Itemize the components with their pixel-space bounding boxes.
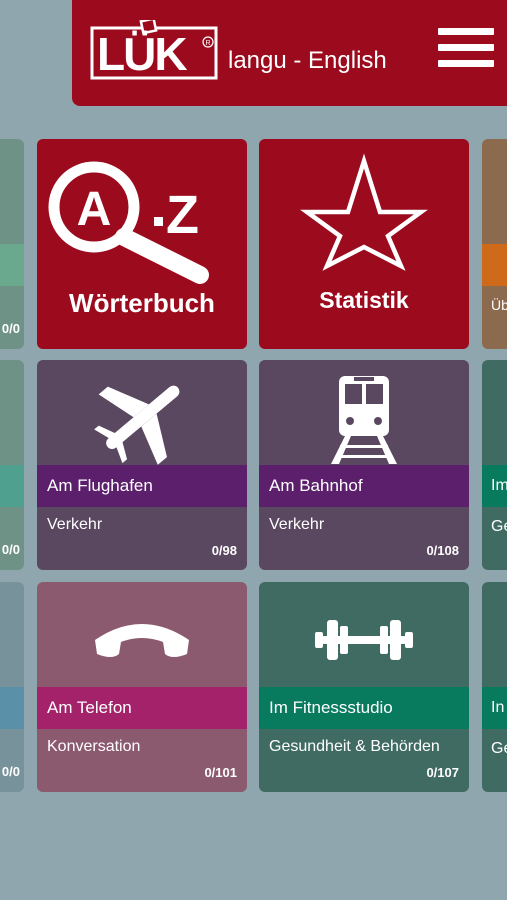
dictionary-tile[interactable]: A Z Wörterbuch — [37, 139, 247, 349]
star-icon — [300, 153, 428, 271]
partial-tile-left-1[interactable]: 0/0 — [0, 139, 24, 349]
topic-progress-count: 0/101 — [204, 765, 237, 780]
svg-text:A: A — [77, 183, 112, 236]
partial-tile-left-2[interactable]: 0/0 — [0, 360, 24, 570]
topic-tile-fitness[interactable]: Im Fitnessstudio Gesundheit & Behörden 0… — [259, 582, 469, 792]
partial-tile-title: In — [491, 699, 505, 716]
topic-tile-airport[interactable]: Am Flughafen Verkehr 0/98 — [37, 360, 247, 570]
partial-tile-count: 0/0 — [1, 321, 20, 336]
statistics-tile[interactable]: Statistik — [259, 139, 469, 349]
dumbbell-icon — [259, 582, 469, 687]
topic-progress-count: 0/98 — [211, 543, 237, 558]
partial-tile-right-3[interactable]: In Ge — [482, 582, 507, 792]
topic-category: Konversation — [47, 738, 141, 755]
airplane-icon — [37, 360, 247, 465]
svg-text:R: R — [206, 40, 211, 47]
partial-tile-count: 0/0 — [1, 764, 20, 779]
topic-progress-count: 0/108 — [426, 543, 459, 558]
statistics-label: Statistik — [319, 287, 409, 313]
partial-tile-category: Üb — [491, 297, 507, 313]
partial-tile-right-1[interactable]: Üb — [482, 139, 507, 349]
partial-tile-category: Ge — [491, 518, 507, 535]
partial-tile-title: Im — [491, 477, 507, 494]
telephone-receiver-icon — [37, 582, 247, 687]
hamburger-menu-icon[interactable] — [436, 26, 496, 70]
svg-text:LÜK: LÜK — [97, 28, 187, 80]
topic-title: Am Bahnhof — [259, 465, 469, 507]
topic-category: Gesundheit & Behörden — [269, 738, 440, 755]
partial-tile-count: 0/0 — [1, 542, 20, 557]
topic-tile-phone[interactable]: Am Telefon Konversation 0/101 — [37, 582, 247, 792]
topic-progress-count: 0/107 — [426, 765, 459, 780]
train-icon — [259, 360, 469, 465]
topic-category: Verkehr — [269, 516, 325, 533]
topic-title: Im Fitnessstudio — [259, 687, 469, 729]
partial-tile-right-2[interactable]: Im Ge — [482, 360, 507, 570]
topic-title: Am Flughafen — [37, 465, 247, 507]
dictionary-label: Wörterbuch — [69, 288, 215, 318]
topic-tile-station[interactable]: Am Bahnhof Verkehr 0/108 — [259, 360, 469, 570]
partial-tile-left-3[interactable]: 0/0 — [0, 582, 24, 792]
partial-tile-category: Ge — [491, 740, 507, 757]
svg-text:Z: Z — [166, 185, 199, 245]
topic-title: Am Telefon — [37, 687, 247, 729]
topic-category: Verkehr — [47, 516, 103, 533]
app-header: LÜK R langu - English — [72, 0, 507, 106]
luk-logo: LÜK R — [90, 20, 218, 80]
language-title: langu - English — [228, 47, 387, 74]
